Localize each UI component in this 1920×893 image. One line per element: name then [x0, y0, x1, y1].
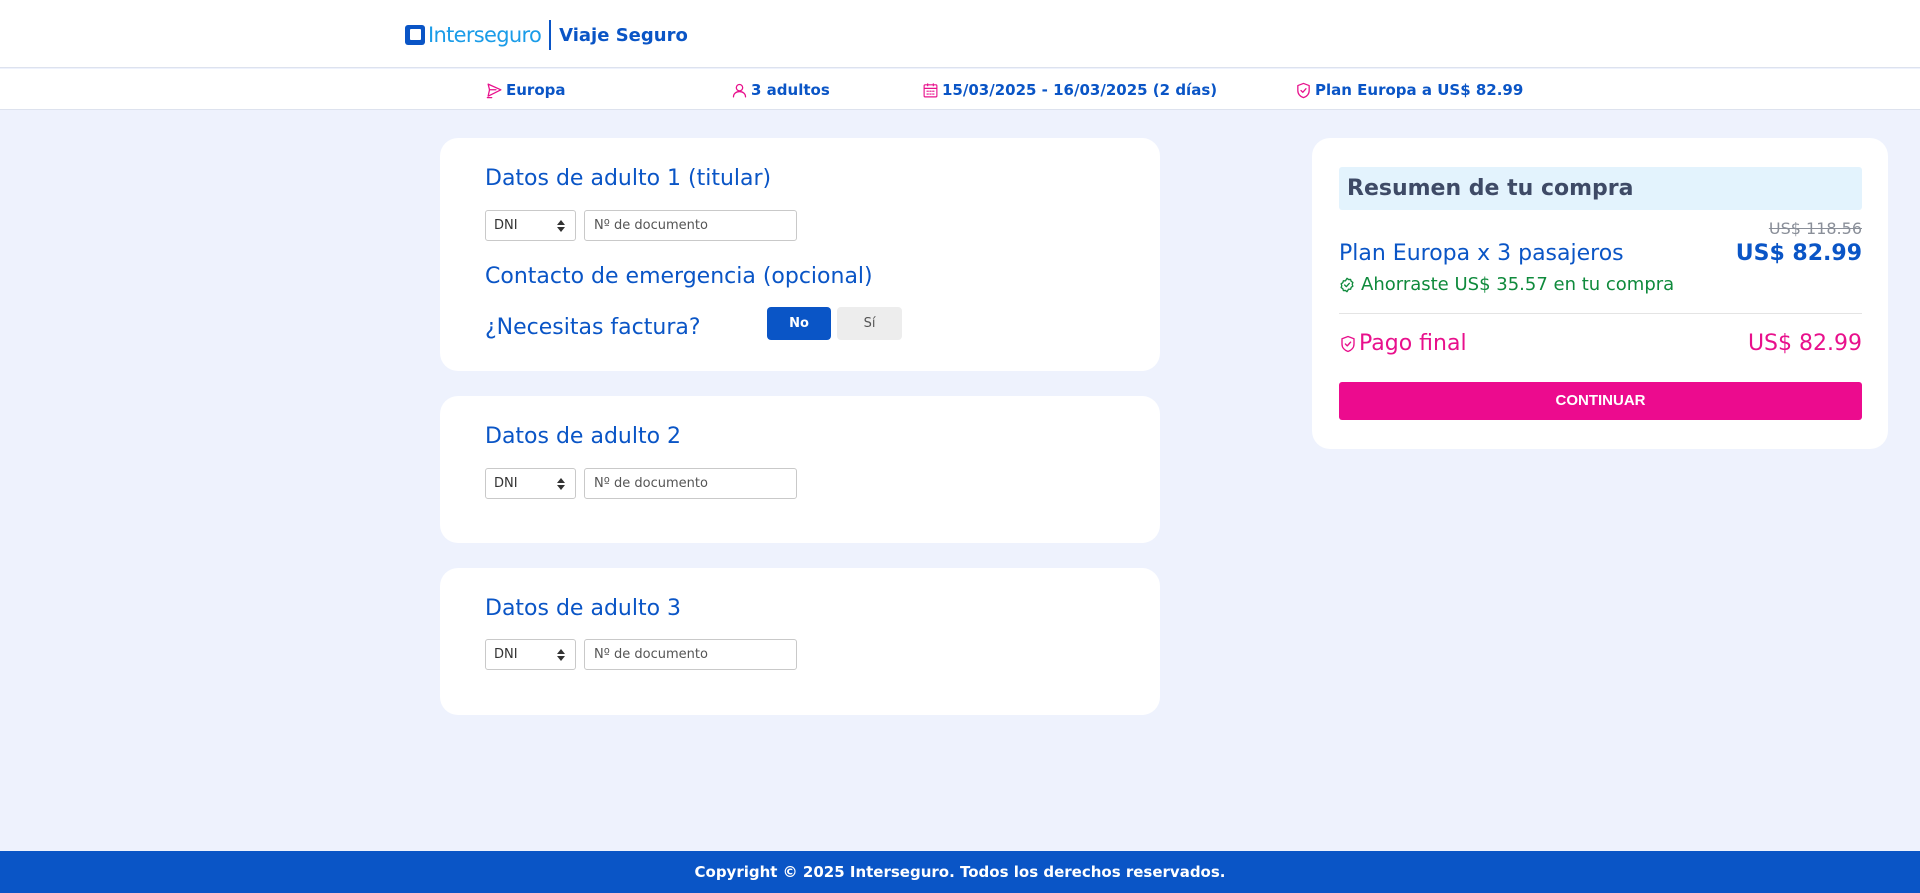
calendar-icon — [923, 82, 938, 97]
adult-3-card: Datos de adulto 3 DNI — [440, 568, 1160, 715]
summary-old-price: US$ 118.56 — [1768, 219, 1862, 238]
adult-1-doc-type-select[interactable]: DNI — [485, 210, 576, 241]
plane-icon — [486, 82, 502, 98]
footer-copyright: Copyright © 2025 Interseguro. Todos los … — [694, 863, 1226, 881]
adult-1-doc-number-input[interactable] — [584, 210, 797, 241]
logo[interactable]: Interseguro Viaje Seguro — [405, 20, 688, 50]
continue-button[interactable]: CONTINUAR — [1339, 382, 1862, 420]
trip-plan: Plan Europa a US$ 82.99 — [1295, 81, 1523, 99]
trip-dates-label: 15/03/2025 - 16/03/2025 (2 días) — [942, 81, 1218, 99]
final-payment-price: US$ 82.99 — [1747, 331, 1862, 356]
adult-3-doc-number-input[interactable] — [584, 639, 797, 670]
check-badge-icon — [1340, 277, 1354, 292]
logo-separator — [549, 20, 552, 50]
summary-plan-label: Plan Europa x 3 pasajeros — [1339, 241, 1624, 266]
adult-1-card: Datos de adulto 1 (titular) DNI Contacto… — [440, 138, 1160, 371]
trip-dates: 15/03/2025 - 16/03/2025 (2 días) — [922, 81, 1217, 99]
trip-destination: Europa — [486, 81, 566, 99]
select-arrows-icon — [557, 477, 565, 491]
logo-mark-icon — [405, 25, 425, 45]
summary-title: Resumen de tu compra — [1339, 167, 1862, 210]
purchase-summary-card: Resumen de tu compra US$ 118.56 Plan Eur… — [1312, 138, 1888, 449]
invoice-no-button[interactable]: No — [767, 307, 831, 340]
adult-3-doc-type-select[interactable]: DNI — [485, 639, 576, 670]
adult-2-card: Datos de adulto 2 DNI — [440, 396, 1160, 543]
adult-2-doc-number-input[interactable] — [584, 468, 797, 499]
summary-plan-price: US$ 82.99 — [1735, 241, 1862, 266]
summary-saving-text: Ahorraste US$ 35.57 en tu compra — [1361, 274, 1675, 295]
adult-1-doc-type-value: DNI — [494, 218, 518, 233]
adult-3-doc-type-value: DNI — [494, 647, 518, 662]
invoice-yes-button[interactable]: Sí — [837, 307, 902, 340]
emergency-contact-title[interactable]: Contacto de emergencia (opcional) — [485, 264, 873, 289]
trip-travelers: 3 adultos — [731, 81, 830, 99]
summary-divider — [1339, 313, 1862, 314]
logo-brand: Interseguro — [428, 23, 542, 47]
trip-destination-label: Europa — [506, 81, 566, 99]
invoice-question: ¿Necesitas factura? — [485, 315, 701, 340]
adult-2-doc-type-select[interactable]: DNI — [485, 468, 576, 499]
final-payment-label: Pago final — [1359, 331, 1467, 356]
trip-summary-bar: Europa 3 adultos 15/03/2025 - 16/03/2025… — [0, 69, 1920, 110]
shield-icon — [1341, 335, 1355, 352]
select-arrows-icon — [557, 648, 565, 662]
adult-3-title: Datos de adulto 3 — [485, 596, 682, 621]
site-header: Interseguro Viaje Seguro — [0, 0, 1920, 68]
adult-2-doc-type-value: DNI — [494, 476, 518, 491]
final-payment-row: Pago final — [1339, 331, 1467, 356]
trip-plan-label: Plan Europa a US$ 82.99 — [1315, 81, 1524, 99]
select-arrows-icon — [557, 219, 565, 233]
adult-2-title: Datos de adulto 2 — [485, 424, 682, 449]
logo-product: Viaje Seguro — [559, 24, 688, 46]
user-icon — [732, 83, 747, 98]
trip-travelers-label: 3 adultos — [751, 81, 830, 99]
summary-saving: Ahorraste US$ 35.57 en tu compra — [1339, 274, 1674, 295]
adult-1-title: Datos de adulto 1 (titular) — [485, 166, 772, 191]
shield-icon — [1297, 82, 1310, 98]
site-footer: Copyright © 2025 Interseguro. Todos los … — [0, 851, 1920, 893]
